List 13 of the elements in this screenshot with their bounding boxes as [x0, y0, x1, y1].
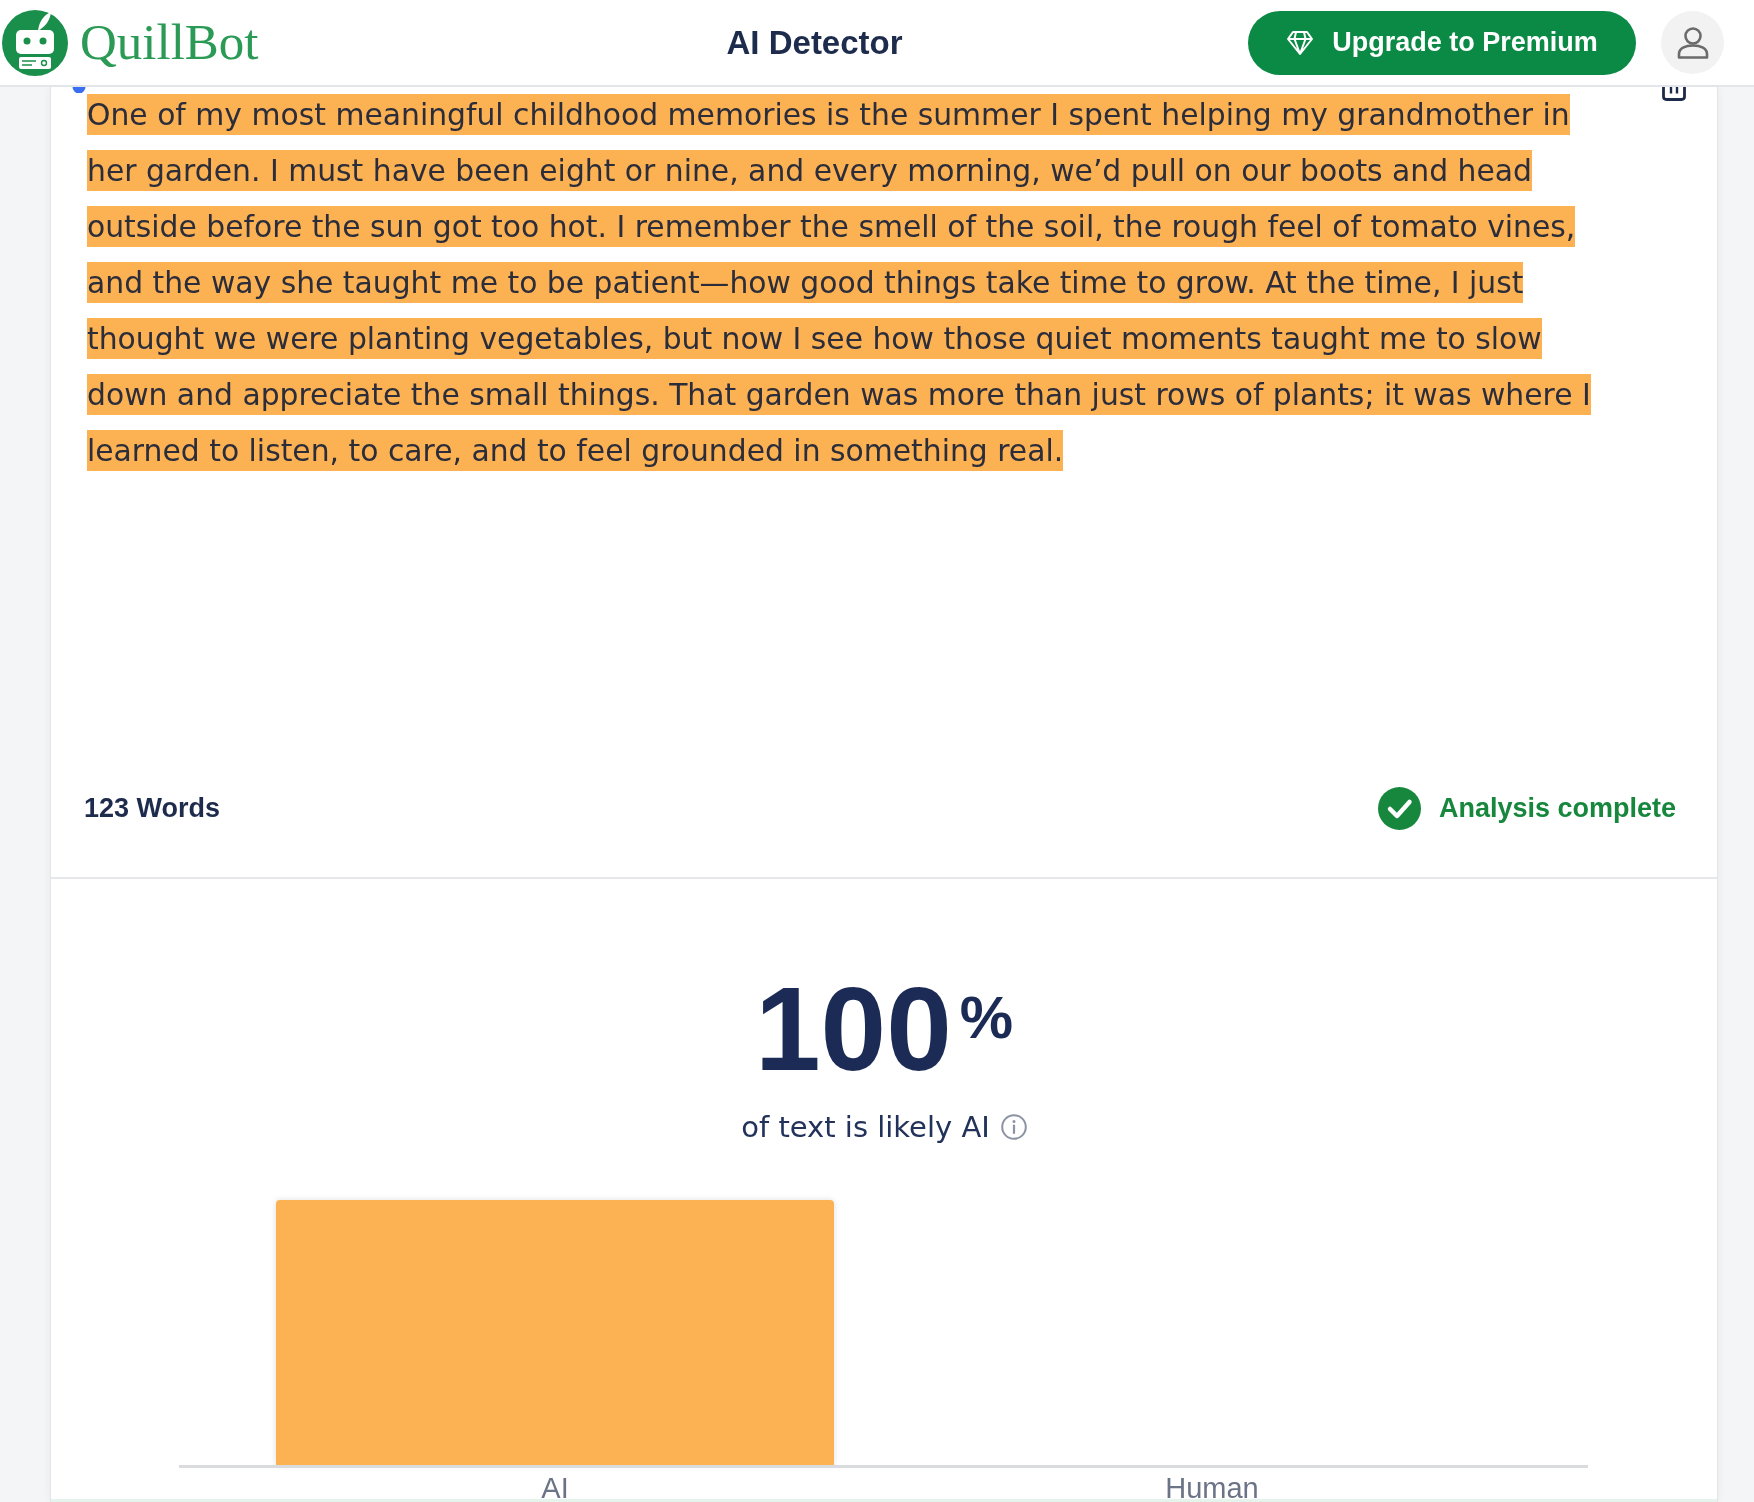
page-title: AI Detector: [726, 26, 903, 59]
status-text: Analysis complete: [1438, 792, 1676, 824]
axis-label: Human: [1165, 1473, 1259, 1502]
axis-label: AI: [541, 1473, 569, 1502]
logo-text: QuillBot: [80, 17, 259, 68]
diamond-icon: [1286, 29, 1315, 56]
ai-score: 100$^{%}$: [754, 970, 1014, 1088]
score-caption: of text is likely AI: [741, 1110, 990, 1144]
trash-icon[interactable]: [1661, 87, 1687, 101]
upgrade-button[interactable]: Upgrade to Premium: [1248, 10, 1636, 75]
info-icon[interactable]: [1000, 1114, 1027, 1140]
person-icon: [1675, 26, 1710, 59]
word-count: 123 Words: [84, 792, 221, 824]
